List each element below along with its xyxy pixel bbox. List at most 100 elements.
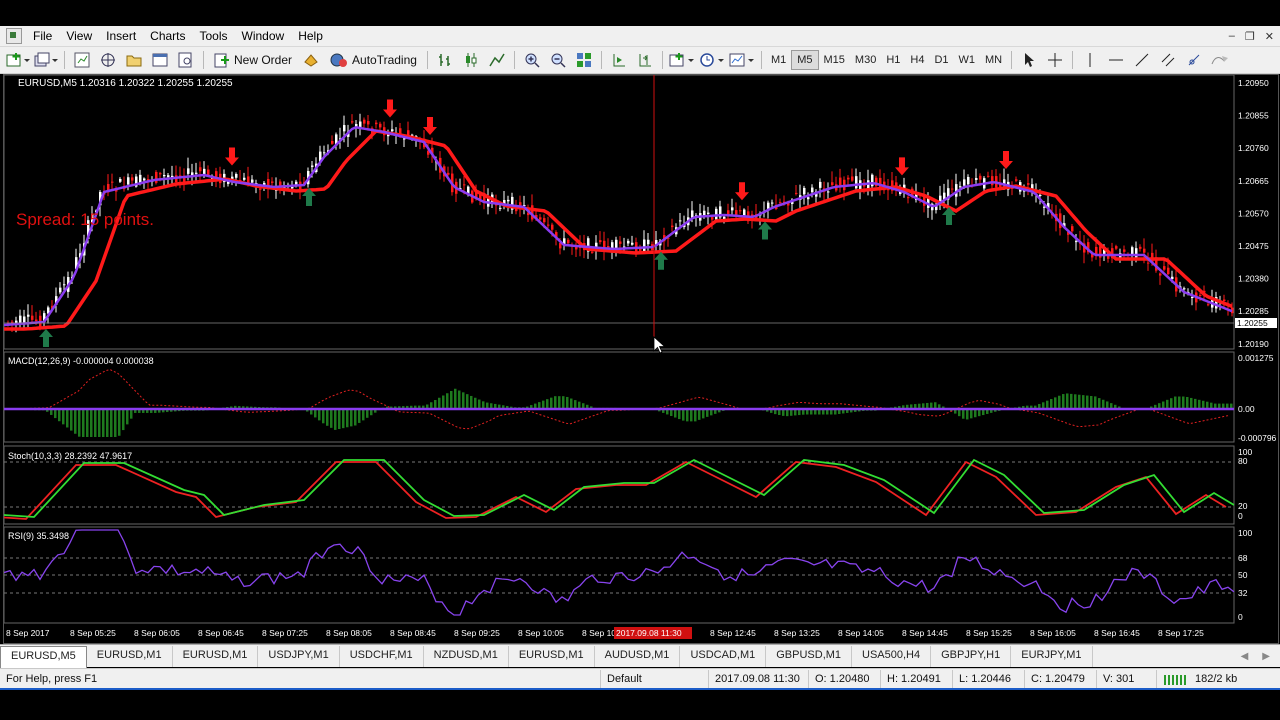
timeframe-h4[interactable]: H4: [905, 51, 929, 69]
macd-bar: [1082, 395, 1085, 409]
menu-file[interactable]: File: [26, 29, 59, 43]
zoom-in-button[interactable]: [521, 50, 543, 70]
candle-body: [1191, 297, 1194, 299]
timeframe-mn[interactable]: MN: [980, 51, 1007, 69]
trendline-button[interactable]: [1131, 50, 1153, 70]
timeframe-m15[interactable]: M15: [819, 51, 850, 69]
candle-body: [359, 121, 362, 128]
macd-bar: [1074, 394, 1077, 409]
chart-shift-button[interactable]: [634, 50, 656, 70]
menu-window[interactable]: Window: [235, 29, 292, 43]
autoscroll-button[interactable]: [608, 50, 630, 70]
menu-help[interactable]: Help: [291, 29, 330, 43]
macd-bar: [574, 400, 577, 409]
tab-eurusd-m5[interactable]: EURUSD,M5: [0, 646, 87, 668]
metaeditor-button[interactable]: [300, 50, 322, 70]
time-tick-label: 8 Sep 06:05: [134, 628, 180, 638]
minimize-icon[interactable]: –: [1229, 30, 1235, 43]
macd-pane: 0.001275 0.00 -0.000796: [3, 351, 1277, 443]
time-tick-label: 8 Sep 10:05: [518, 628, 564, 638]
line-chart-button[interactable]: [486, 50, 508, 70]
candle-body: [1115, 246, 1118, 249]
timeframe-m30[interactable]: M30: [850, 51, 881, 69]
candle-body: [711, 217, 714, 220]
stoch-label: Stoch(10,3,3) 28.2392 47.9617: [8, 451, 132, 461]
menu-insert[interactable]: Insert: [99, 29, 143, 43]
tab-eurusd-m1[interactable]: EURUSD,M1: [87, 646, 173, 667]
periods-button[interactable]: [699, 50, 725, 70]
tab-scroll-left-icon[interactable]: ◀: [1241, 651, 1249, 662]
candle-body: [363, 119, 366, 124]
candle-body: [351, 121, 354, 123]
tab-nzdusd-m1[interactable]: NZDUSD,M1: [424, 646, 509, 667]
time-tick-label: 8 Sep 08:05: [326, 628, 372, 638]
status-connection[interactable]: 182/2 kb: [1156, 670, 1280, 688]
candle-body: [323, 152, 326, 154]
profiles-button[interactable]: [34, 50, 58, 70]
tab-usdchf-m1[interactable]: USDCHF,M1: [340, 646, 424, 667]
crosshair-icon: [1048, 53, 1063, 67]
timeframe-d1[interactable]: D1: [929, 51, 953, 69]
timeframe-m5[interactable]: M5: [791, 50, 819, 70]
sell-arrow-icon: [895, 157, 909, 176]
indicators-icon: [669, 53, 694, 67]
macd-bar: [86, 409, 89, 437]
crosshair-button[interactable]: [1044, 50, 1066, 70]
navigator-button[interactable]: [123, 50, 145, 70]
macd-bar: [1086, 395, 1089, 409]
indicators-button[interactable]: [669, 50, 695, 70]
tab-usa500-h4[interactable]: USA500,H4: [852, 646, 932, 667]
tab-audusd-m1[interactable]: AUDUSD,M1: [595, 646, 681, 667]
tab-usdjpy-m1[interactable]: USDJPY,M1: [258, 646, 340, 667]
tab-scroll-right-icon[interactable]: ▶: [1262, 651, 1270, 662]
timeframe-m1[interactable]: M1: [766, 51, 791, 69]
tab-eurusd-m1[interactable]: EURUSD,M1: [509, 646, 595, 667]
macd-bar: [438, 397, 441, 409]
macd-bar: [694, 409, 697, 422]
candlestick-button[interactable]: [460, 50, 482, 70]
vertical-line-button[interactable]: [1079, 50, 1101, 70]
data-window-button[interactable]: [97, 50, 119, 70]
new-order-button[interactable]: New Order: [210, 50, 296, 70]
candle-body: [331, 141, 334, 144]
price-tick-label: 1.20190: [1238, 339, 1269, 349]
chart-window[interactable]: 1.20950 1.20855 1.20760 1.20665 1.20570 1.204…: [0, 74, 1279, 644]
crosshair-target-icon: [101, 53, 115, 67]
new-chart-button[interactable]: [6, 50, 30, 70]
candle-body: [131, 177, 134, 181]
toolbar-separator: [661, 51, 663, 69]
macd-bar: [1094, 396, 1097, 409]
terminal-button[interactable]: [149, 50, 171, 70]
market-watch-button[interactable]: [71, 50, 93, 70]
fibonacci-button[interactable]: [1183, 50, 1205, 70]
tab-eurusd-m1[interactable]: EURUSD,M1: [173, 646, 259, 667]
zoom-out-button[interactable]: [547, 50, 569, 70]
channel-button[interactable]: [1157, 50, 1179, 70]
restore-icon[interactable]: ❐: [1245, 30, 1255, 43]
tab-usdcad-m1[interactable]: USDCAD,M1: [680, 646, 767, 667]
macd-bar: [102, 409, 105, 437]
chart-canvas[interactable]: 1.20950 1.20855 1.20760 1.20665 1.20570 1.204…: [0, 74, 1278, 643]
tab-gbpusd-m1[interactable]: GBPUSD,M1: [766, 646, 853, 667]
timeframe-w1[interactable]: W1: [954, 51, 981, 69]
candle-body: [447, 172, 450, 175]
strategy-tester-button[interactable]: [175, 50, 197, 70]
time-tick-label: 8 Sep 08:45: [390, 628, 436, 638]
menu-charts[interactable]: Charts: [143, 29, 192, 43]
autotrading-button[interactable]: AutoTrading: [326, 50, 421, 70]
templates-button[interactable]: [729, 50, 755, 70]
cursor-button[interactable]: [1018, 50, 1040, 70]
candle-body: [243, 177, 246, 180]
tab-eurjpy-m1[interactable]: EURJPY,M1: [1011, 646, 1093, 667]
timeframe-h1[interactable]: H1: [881, 51, 905, 69]
text-tools-button[interactable]: [1209, 50, 1231, 70]
close-icon[interactable]: ✕: [1265, 30, 1274, 43]
menu-view[interactable]: View: [59, 29, 99, 43]
bar-chart-button[interactable]: [434, 50, 456, 70]
tile-windows-button[interactable]: [573, 50, 595, 70]
menu-tools[interactable]: Tools: [193, 29, 235, 43]
tab-gbpjpy-h1[interactable]: GBPJPY,H1: [931, 646, 1012, 667]
horizontal-line-button[interactable]: [1105, 50, 1127, 70]
app-icon[interactable]: [6, 28, 22, 44]
toolbar-separator: [513, 51, 515, 69]
